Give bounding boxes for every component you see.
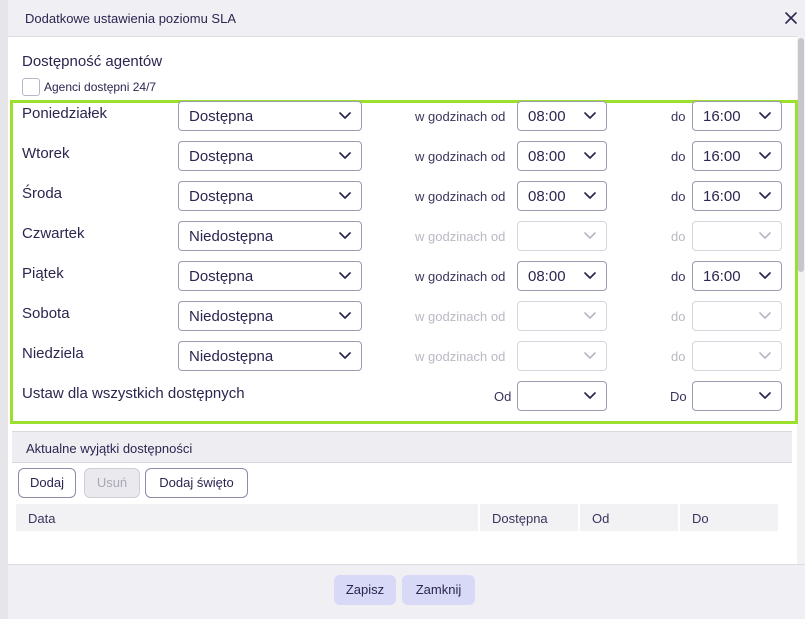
from-time-select[interactable] [517,341,607,371]
sla-settings-dialog: Dodatkowe ustawienia poziomu SLA Dostępn… [8,0,805,619]
day-status-select[interactable]: Niedostępna [178,341,362,371]
hours-from-label: w godzinach od [415,349,506,364]
to-label: do [671,189,686,204]
save-button[interactable]: Zapisz [334,575,396,605]
hours-from-label: w godzinach od [415,229,506,244]
to-label: do [671,229,686,244]
to-label: do [671,109,686,124]
column-header-date[interactable]: Data [16,504,478,531]
remove-exception-button[interactable]: Usuń [84,468,140,498]
hours-from-label: w godzinach od [415,149,506,164]
cancel-button[interactable]: Zamknij [402,575,475,605]
always-available-checkbox[interactable] [22,78,40,96]
set-all-to-label: Do [670,389,687,404]
chevron-down-icon [759,312,771,319]
dialog-titlebar: Dodatkowe ustawienia poziomu SLA [8,0,805,37]
day-status-select[interactable]: Niedostępna [178,221,362,251]
set-all-label: Ustaw dla wszystkich dostępnych [22,385,245,402]
add-exception-button[interactable]: Dodaj [18,468,76,498]
set-all-to-select[interactable] [692,381,782,411]
to-time-select[interactable]: 16:00 [692,141,782,171]
to-label: do [671,349,686,364]
chevron-down-icon [339,312,351,319]
to-time-select[interactable]: 16:00 [692,261,782,291]
day-label: Sobota [22,305,70,322]
column-header-available[interactable]: Dostępna [480,504,578,531]
exceptions-header: Aktualne wyjątki dostępności [12,431,792,463]
chevron-down-icon [584,392,596,399]
chevron-down-icon [759,112,771,119]
always-available-label: Agenci dostępni 24/7 [44,80,157,94]
to-time-select[interactable]: 16:00 [692,181,782,211]
to-time-select[interactable]: 16:00 [692,101,782,131]
chevron-down-icon [339,232,351,239]
from-time-select[interactable]: 08:00 [517,181,607,211]
hours-from-label: w godzinach od [415,269,506,284]
scrollbar-thumb[interactable] [798,38,804,272]
day-label: Czwartek [22,225,85,242]
chevron-down-icon [759,392,771,399]
hours-from-label: w godzinach od [415,309,506,324]
vertical-scrollbar[interactable] [797,36,805,576]
hours-from-label: w godzinach od [415,109,506,124]
to-time-select[interactable] [692,341,782,371]
close-icon [785,12,797,24]
day-label: Niedziela [22,345,84,362]
day-label: Poniedziałek [22,105,108,122]
day-status-select[interactable]: Dostępna [178,181,362,211]
from-time-select[interactable] [517,221,607,251]
chevron-down-icon [759,352,771,359]
chevron-down-icon [584,152,596,159]
from-time-select[interactable] [517,301,607,331]
to-label: do [671,309,686,324]
to-time-select[interactable] [692,301,782,331]
exceptions-title: Aktualne wyjątki dostępności [26,441,193,456]
column-header-from[interactable]: Od [580,504,678,531]
to-label: do [671,149,686,164]
chevron-down-icon [759,192,771,199]
from-time-select[interactable]: 08:00 [517,101,607,131]
chevron-down-icon [339,352,351,359]
add-holiday-button[interactable]: Dodaj święto [145,468,248,498]
chevron-down-icon [759,272,771,279]
chevron-down-icon [584,112,596,119]
from-time-select[interactable]: 08:00 [517,141,607,171]
day-status-select[interactable]: Niedostępna [178,301,362,331]
chevron-down-icon [759,152,771,159]
chevron-down-icon [584,352,596,359]
close-button[interactable] [781,8,801,28]
section-heading: Dostępność agentów [22,53,163,70]
day-label: Piątek [22,265,64,282]
chevron-down-icon [584,232,596,239]
chevron-down-icon [339,112,351,119]
hours-from-label: w godzinach od [415,189,506,204]
day-status-select[interactable]: Dostępna [178,141,362,171]
day-label: Wtorek [22,145,70,162]
to-time-select[interactable] [692,221,782,251]
chevron-down-icon [584,272,596,279]
chevron-down-icon [339,152,351,159]
dialog-footer: Zapisz Zamknij [8,564,805,619]
chevron-down-icon [759,232,771,239]
set-all-from-select[interactable] [517,381,607,411]
dialog-title: Dodatkowe ustawienia poziomu SLA [25,11,237,26]
column-header-to[interactable]: Do [680,504,778,531]
chevron-down-icon [584,312,596,319]
from-time-select[interactable]: 08:00 [517,261,607,291]
chevron-down-icon [584,192,596,199]
to-label: do [671,269,686,284]
set-all-from-label: Od [494,389,512,404]
chevron-down-icon [339,192,351,199]
day-status-select[interactable]: Dostępna [178,101,362,131]
chevron-down-icon [339,272,351,279]
day-label: Środa [22,185,63,202]
day-status-select[interactable]: Dostępna [178,261,362,291]
